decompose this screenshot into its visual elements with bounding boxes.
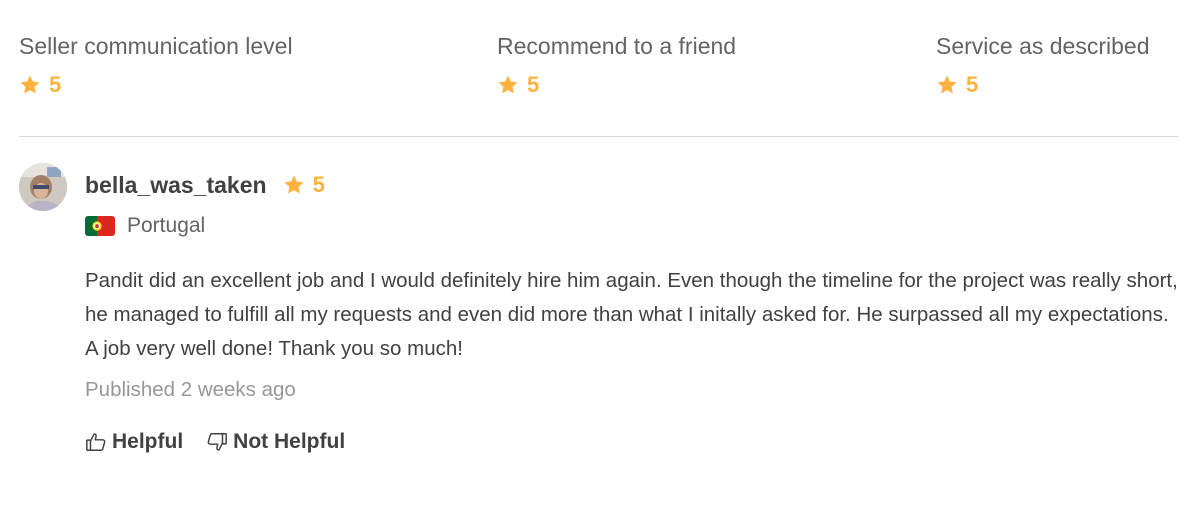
rating-label: Recommend to a friend [497, 33, 737, 59]
avatar[interactable] [19, 163, 67, 211]
helpful-button[interactable]: Helpful [85, 428, 183, 456]
star-icon [497, 74, 519, 96]
rating-seller-communication: Seller communication level 5 [19, 30, 293, 98]
star-icon [936, 74, 958, 96]
rating-value: 5 [497, 72, 736, 98]
rating-recommend-to-friend: Recommend to a friend 5 [497, 30, 736, 98]
helpful-label: Helpful [112, 430, 184, 453]
country-name: Portugal [127, 214, 206, 237]
portugal-flag-icon [85, 216, 115, 236]
rating-breakdown: Seller communication level 5 Recommend t… [19, 30, 1179, 102]
review-score: 5 [312, 172, 325, 197]
thumbs-down-icon [206, 431, 228, 453]
review-text: Pandit did an excellent job and I would … [85, 269, 1178, 360]
thumbs-up-icon [85, 431, 107, 453]
rating-score: 5 [966, 72, 979, 97]
rating-score: 5 [49, 72, 62, 97]
reviewer-country: Portugal [85, 212, 205, 240]
published-date: Published 2 weeks ago [85, 378, 296, 401]
review-feedback: Helpful Not Helpful [85, 428, 345, 456]
divider [19, 136, 1178, 137]
star-icon [283, 174, 305, 196]
not-helpful-button[interactable]: Not Helpful [206, 428, 345, 456]
star-icon [19, 74, 41, 96]
rating-value: 5 [19, 72, 293, 98]
rating-label: Seller communication level [19, 33, 293, 59]
rating-score: 5 [527, 72, 540, 97]
rating-service-as-described: Service as described 5 [936, 30, 1150, 98]
reviewer-header: bella_was_taken 5 [85, 170, 325, 200]
rating-value: 5 [936, 72, 1150, 98]
not-helpful-label: Not Helpful [233, 430, 346, 453]
reviewer-username[interactable]: bella_was_taken [85, 170, 267, 200]
rating-label: Service as described [936, 33, 1150, 59]
